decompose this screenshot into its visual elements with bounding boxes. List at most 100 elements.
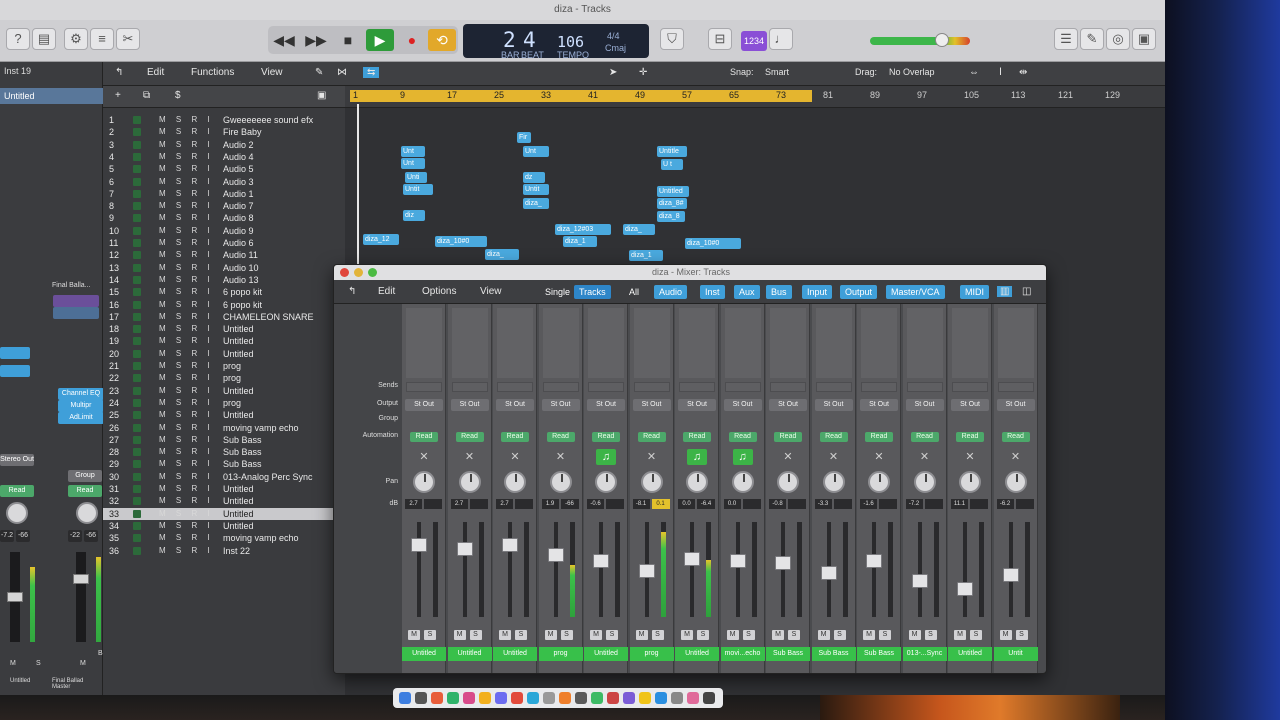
track-mute-solo-buttons[interactable]: M S R I (159, 323, 219, 335)
mute-button[interactable]: M (863, 630, 875, 640)
track-row[interactable]: 10 M S R I Audio 9 (103, 225, 345, 237)
audio-region[interactable]: diz (403, 210, 425, 221)
track-row[interactable]: 32 M S R I Untitled (103, 495, 345, 507)
track-mute-solo-buttons[interactable]: M S R I (159, 114, 219, 126)
track-mute-solo-buttons[interactable]: M S R I (159, 545, 219, 557)
track-mute-solo-buttons[interactable]: M S R I (159, 446, 219, 458)
volume-fader[interactable] (456, 542, 473, 556)
audio-region[interactable]: Unti (405, 172, 427, 183)
track-name[interactable]: Untitled (223, 483, 335, 495)
track-row[interactable]: 21 M S R I prog (103, 360, 345, 372)
track-name[interactable]: Audio 5 (223, 163, 335, 175)
volume-fader-track[interactable] (553, 522, 558, 617)
track-name[interactable]: Sub Bass (223, 434, 335, 446)
plugin-area[interactable] (815, 308, 852, 378)
output-slot[interactable]: St Out (632, 399, 671, 411)
dock-app-icon[interactable] (703, 692, 715, 704)
track-mute-solo-buttons[interactable]: M S R I (159, 237, 219, 249)
send-slot[interactable] (542, 382, 579, 392)
track-name[interactable]: Inst 22 (223, 545, 335, 557)
dock-app-icon[interactable] (463, 692, 475, 704)
send-slot[interactable] (406, 382, 442, 392)
track-row[interactable]: 15 M S R I 6 popo kit (103, 286, 345, 298)
metronome-icon[interactable]: ♩ (769, 28, 793, 50)
track-mute-solo-buttons[interactable]: M S R I (159, 483, 219, 495)
track-name-label[interactable]: Sub Bass (857, 647, 901, 661)
track-row[interactable]: 18 M S R I Untitled (103, 323, 345, 335)
track-row[interactable]: 9 M S R I Audio 8 (103, 212, 345, 224)
close-icon[interactable] (340, 268, 349, 277)
track-row[interactable]: 29 M S R I Sub Bass (103, 458, 345, 470)
plugin-area[interactable] (588, 308, 624, 378)
mixer-back-icon[interactable]: ↰ (348, 286, 356, 297)
automation-mode[interactable]: Read (774, 432, 802, 442)
volume-fader[interactable] (684, 552, 700, 566)
track-row[interactable]: 1 M S R I Gweeeeeee sound efx (103, 114, 345, 126)
lcd-display[interactable]: 2 4 BAR BEAT 106 TEMPO 4/4 Cmaj (463, 24, 649, 60)
volume-fader-track[interactable] (417, 522, 421, 617)
pan-knob[interactable] (640, 471, 663, 493)
track-row[interactable]: 2 M S R I Fire Baby (103, 126, 345, 138)
mixer-filter-input[interactable]: Input (802, 285, 833, 299)
track-mute-solo-buttons[interactable]: M S R I (159, 434, 219, 446)
track-mute-solo-buttons[interactable]: M S R I (159, 176, 219, 188)
mute-button[interactable]: M (999, 630, 1012, 640)
automation-mode[interactable]: Read (410, 432, 438, 442)
dock-app-icon[interactable] (543, 692, 555, 704)
mute-button[interactable]: M (908, 630, 921, 640)
input-icon[interactable]: ✕ (414, 449, 434, 465)
send-slot[interactable] (861, 382, 897, 392)
track-mute-solo-buttons[interactable]: M S R I (159, 520, 219, 532)
dock-app-icon[interactable] (415, 692, 427, 704)
track-mute-solo-buttons[interactable]: M S R I (159, 262, 219, 274)
solo-button[interactable]: S (879, 630, 891, 640)
volume-fader-track[interactable] (599, 522, 603, 617)
audio-region[interactable]: Unt (523, 146, 549, 157)
track-mute-solo-buttons[interactable]: M S R I (159, 139, 219, 151)
pan-knob[interactable] (959, 471, 981, 493)
pan-knob-b[interactable] (76, 502, 98, 524)
input-icon[interactable]: ✕ (824, 449, 844, 465)
marquee-tool-icon[interactable]: ✛ (639, 67, 647, 78)
mixer-filter-all[interactable]: All (624, 285, 644, 299)
dock-app-icon[interactable] (399, 692, 411, 704)
playhead[interactable] (357, 104, 359, 264)
audio-region[interactable]: Untit (403, 184, 433, 195)
send-slot[interactable] (588, 382, 624, 392)
mute-button[interactable]: M (772, 630, 784, 640)
track-name[interactable]: Audio 4 (223, 151, 335, 163)
send-slot[interactable] (724, 382, 761, 392)
track-name-label[interactable]: Untitled (493, 647, 537, 661)
mixer-filter-aux[interactable]: Aux (734, 285, 760, 299)
instrument-icon[interactable]: ♫ (732, 449, 753, 465)
pan-knob[interactable] (777, 471, 799, 493)
solo-button[interactable]: S (697, 630, 709, 640)
inspector-fader-cap-b[interactable] (73, 574, 89, 584)
output-slot[interactable]: St Out (814, 399, 853, 411)
track-name[interactable]: Untitled (223, 335, 335, 347)
mixer-filter-tracks[interactable]: Tracks (574, 285, 611, 299)
audio-region[interactable]: Untitle (657, 146, 687, 157)
track-name[interactable]: Untitled (223, 520, 335, 532)
track-row[interactable]: 5 M S R I Audio 5 (103, 163, 345, 175)
send-slot[interactable] (633, 382, 670, 392)
volume-fader[interactable] (502, 538, 518, 552)
track-name[interactable]: Audio 10 (223, 262, 335, 274)
track-mute-solo-buttons[interactable]: M S R I (159, 422, 219, 434)
solo-button[interactable]: S (606, 630, 618, 640)
pan-knob[interactable] (595, 471, 617, 493)
notepad-icon[interactable]: ✎ (1080, 28, 1104, 50)
input-icon[interactable]: ✕ (551, 449, 571, 465)
track-name-label[interactable]: movi...echo (720, 647, 765, 661)
pan-knob[interactable] (413, 471, 435, 493)
track-mute-solo-buttons[interactable]: M S R I (159, 360, 219, 372)
track-name-label[interactable]: Sub Bass (811, 647, 856, 661)
mixer-filter-output[interactable]: Output (840, 285, 878, 299)
pan-knob[interactable] (913, 471, 936, 493)
input-icon[interactable]: ✕ (960, 449, 980, 465)
output-slot[interactable]: St Out (905, 399, 944, 411)
plugin-area[interactable] (952, 308, 988, 378)
solo-button[interactable]: S (469, 630, 482, 640)
audio-region[interactable]: Fir (517, 132, 531, 143)
mixer-sliders-icon[interactable]: ≡ (90, 28, 114, 50)
